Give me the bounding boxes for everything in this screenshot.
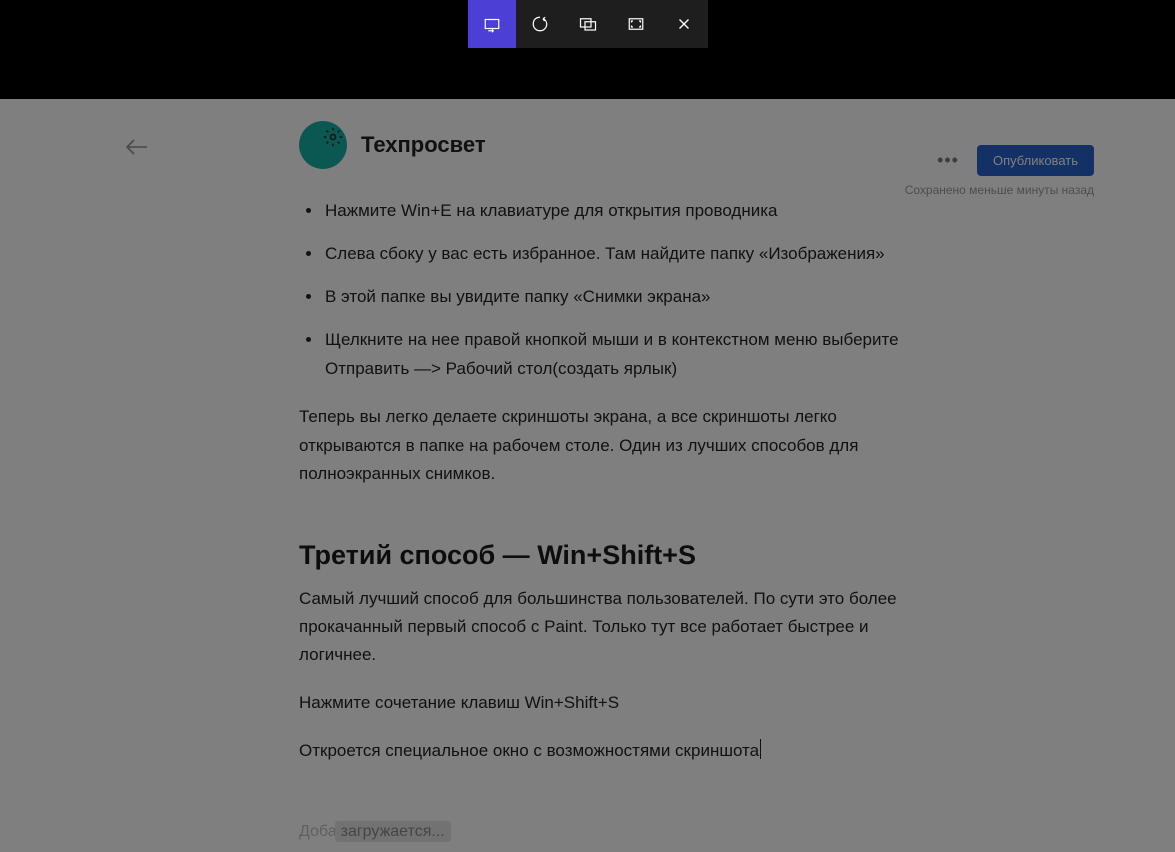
snip-window-button[interactable] bbox=[564, 0, 612, 48]
list-item[interactable]: Нажмите Win+E на клавиатуре для открытия… bbox=[323, 197, 919, 226]
publish-button[interactable]: Опубликовать bbox=[977, 145, 1094, 176]
loading-indicator: загружается... bbox=[335, 821, 451, 842]
paragraph[interactable]: Самый лучший способ для большинства поль… bbox=[299, 585, 919, 669]
add-block-placeholder: Доба bbox=[299, 823, 337, 840]
snip-freeform-button[interactable] bbox=[516, 0, 564, 48]
section-heading[interactable]: Третий способ — Win+Shift+S bbox=[299, 540, 919, 571]
snip-fullscreen-button[interactable] bbox=[612, 0, 660, 48]
list-item[interactable]: Слева сбоку у вас есть избранное. Там на… bbox=[323, 240, 919, 269]
header-actions: ••• Опубликовать bbox=[937, 145, 1094, 176]
channel-avatar[interactable] bbox=[299, 121, 347, 169]
snip-close-button[interactable] bbox=[660, 0, 708, 48]
list-item[interactable]: Щелкните на нее правой кнопкой мыши и в … bbox=[323, 326, 919, 384]
snip-toolbar bbox=[468, 0, 708, 48]
back-button[interactable] bbox=[126, 139, 148, 160]
snip-rectangular-button[interactable] bbox=[468, 0, 516, 48]
editor-page: Техпросвет ••• Опубликовать Сохранено ме… bbox=[0, 99, 1175, 852]
article-content: Техпросвет ••• Опубликовать Сохранено ме… bbox=[299, 121, 919, 841]
channel-header: Техпросвет bbox=[299, 121, 919, 169]
channel-name[interactable]: Техпросвет bbox=[361, 132, 486, 158]
save-status: Сохранено меньше минуты назад bbox=[905, 183, 1094, 197]
list-item[interactable]: В этой папке вы увидите папку «Снимки эк… bbox=[323, 283, 919, 312]
more-menu-button[interactable]: ••• bbox=[937, 150, 959, 171]
add-block-row[interactable]: Добазагружается... bbox=[299, 823, 919, 841]
instruction-list: Нажмите Win+E на клавиатуре для открытия… bbox=[323, 197, 919, 383]
paragraph-active[interactable]: Откроется специальное окно с возможностя… bbox=[299, 737, 919, 765]
paragraph[interactable]: Теперь вы легко делаете скриншоты экрана… bbox=[299, 403, 919, 487]
paragraph[interactable]: Нажмите сочетание клавиш Win+Shift+S bbox=[299, 689, 919, 717]
